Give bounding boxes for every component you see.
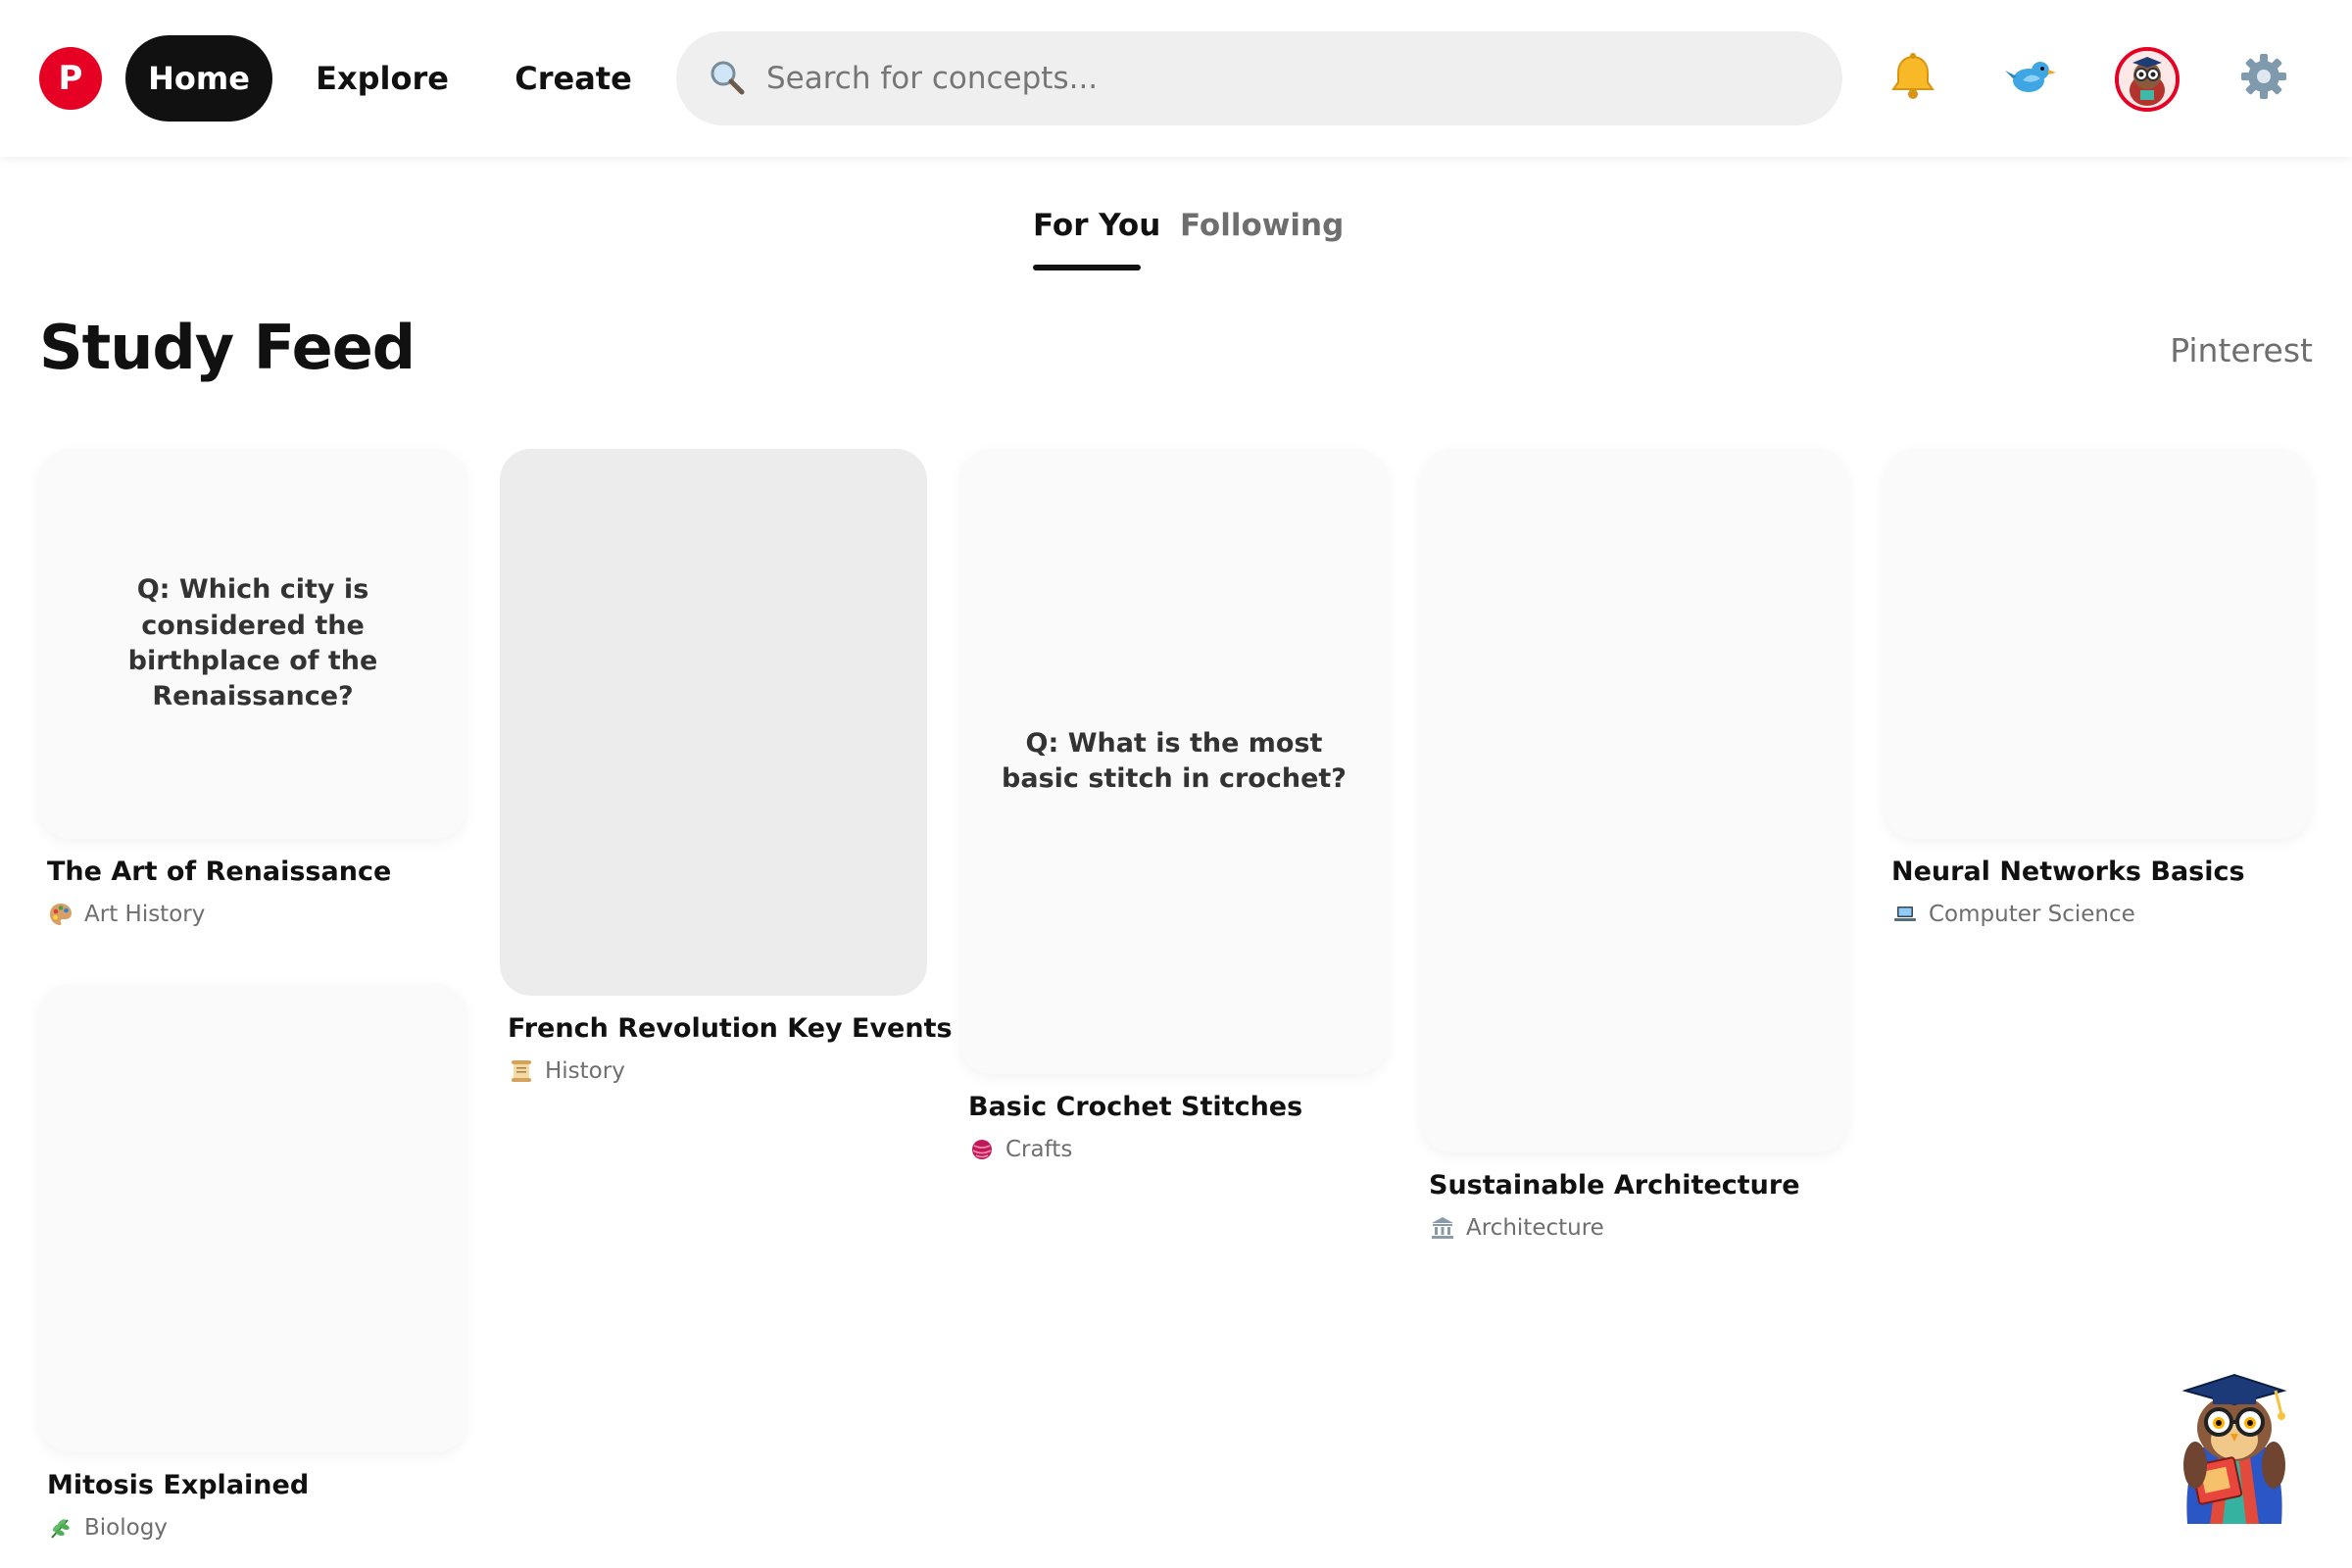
pin-category-label: Biology: [84, 1515, 168, 1541]
brand-link[interactable]: Pinterest: [2170, 331, 2313, 369]
gear-icon: [2239, 52, 2288, 105]
search-icon: [708, 58, 747, 97]
pin-title[interactable]: Mitosis Explained: [47, 1470, 466, 1500]
pin-category-label: Architecture: [1466, 1215, 1604, 1241]
classical-building-icon: [1429, 1214, 1456, 1242]
yarn-icon: [968, 1136, 996, 1163]
pin-card[interactable]: Q: Which city is considered the birthpla…: [39, 449, 466, 928]
tab-for-you[interactable]: For You: [1033, 208, 1160, 263]
pin-image[interactable]: Q: Which city is considered the birthpla…: [39, 449, 466, 839]
pin-category: History: [508, 1057, 927, 1085]
pin-category-label: History: [545, 1058, 625, 1084]
active-tab-indicator: [1033, 265, 1141, 270]
pin-category: Biology: [47, 1514, 466, 1542]
nav-explore-button[interactable]: Explore: [294, 35, 470, 122]
pin-question: Q: What is the most basic stitch in croc…: [1002, 727, 1347, 794]
search-input[interactable]: [766, 31, 1805, 125]
avatar[interactable]: [2115, 47, 2180, 112]
bird-button[interactable]: [1997, 45, 2064, 112]
owl-mascot-button[interactable]: [2166, 1367, 2303, 1529]
pin-title[interactable]: French Revolution Key Events: [508, 1013, 953, 1044]
pin-card[interactable]: Q: What is the most basic stitch in croc…: [960, 449, 1388, 1163]
pin-image[interactable]: [500, 449, 927, 996]
pin-card[interactable]: Neural Networks Basics Computer Science: [1884, 449, 2311, 928]
bell-icon: [1887, 51, 1938, 106]
laptop-icon: [1891, 901, 1919, 928]
pin-category: Crafts: [968, 1136, 1388, 1163]
pin-image[interactable]: [39, 984, 466, 1452]
nav-create-button[interactable]: Create: [490, 35, 657, 122]
pin-image[interactable]: [1884, 449, 2311, 839]
settings-button[interactable]: [2230, 45, 2297, 112]
herb-icon: [47, 1514, 74, 1542]
logo-button[interactable]: P: [39, 47, 102, 110]
palette-icon: [47, 901, 74, 928]
bird-icon: [2005, 51, 2056, 106]
pin-image[interactable]: Q: What is the most basic stitch in croc…: [960, 449, 1388, 1074]
nav-home-button[interactable]: Home: [125, 35, 272, 122]
pin-question: Q: Which city is considered the birthpla…: [127, 574, 378, 712]
pin-card[interactable]: Mitosis Explained Biology: [39, 984, 466, 1542]
pin-title[interactable]: The Art of Renaissance: [47, 857, 466, 887]
pin-image[interactable]: [1421, 449, 1848, 1152]
pin-category: Art History: [47, 901, 466, 928]
top-header: P Home Explore Create: [0, 0, 2352, 157]
pin-category: Computer Science: [1891, 901, 2311, 928]
pin-category-label: Crafts: [1005, 1137, 1073, 1162]
pin-category-label: Computer Science: [1929, 902, 2135, 927]
owl-scholar-icon: [2166, 1373, 2303, 1533]
pin-card[interactable]: Sustainable Architecture Architecture: [1421, 449, 1848, 1242]
pin-title[interactable]: Sustainable Architecture: [1429, 1170, 1848, 1200]
pin-card[interactable]: French Revolution Key Events History: [500, 449, 953, 1085]
pin-category: Architecture: [1429, 1214, 1848, 1242]
page-title: Study Feed: [39, 312, 416, 383]
notifications-button[interactable]: [1880, 45, 1946, 112]
tab-following[interactable]: Following: [1180, 208, 1344, 263]
scroll-icon: [508, 1057, 535, 1085]
pin-category-label: Art History: [84, 902, 206, 927]
pin-title[interactable]: Neural Networks Basics: [1891, 857, 2311, 887]
pin-title[interactable]: Basic Crochet Stitches: [968, 1092, 1388, 1122]
search-bar[interactable]: [676, 31, 1842, 125]
